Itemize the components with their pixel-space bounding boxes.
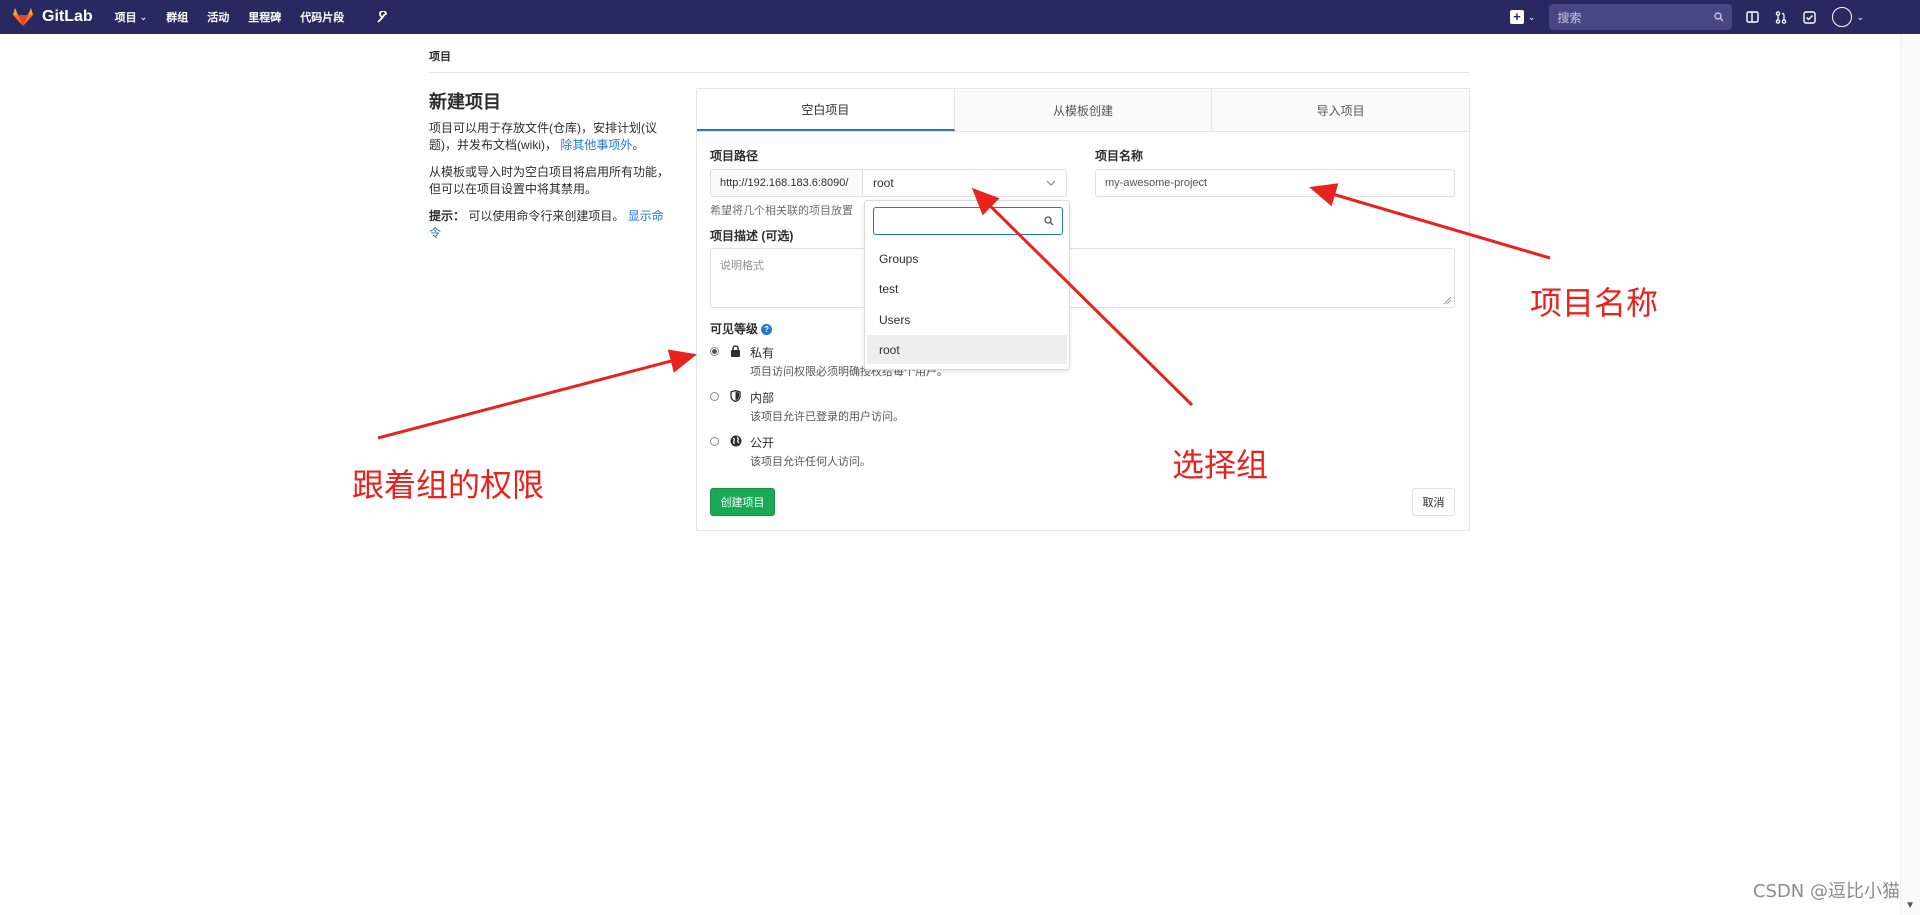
annotation-select-group: 选择组 bbox=[1172, 446, 1269, 484]
annotation-project-name: 项目名称 bbox=[1530, 284, 1659, 322]
page-scrollbar[interactable]: ▼ bbox=[1900, 34, 1920, 915]
arrow-to-project-name bbox=[1309, 183, 1551, 260]
watermark: CSDN @逗比小猫 bbox=[1752, 881, 1900, 902]
arrow-to-namespace bbox=[971, 187, 1194, 407]
scroll-down-icon[interactable]: ▼ bbox=[1905, 900, 1915, 911]
annotation-arrows bbox=[377, 183, 1551, 440]
annotation-follow-group: 跟着组的权限 bbox=[352, 466, 545, 504]
arrow-to-visibility bbox=[377, 349, 697, 440]
